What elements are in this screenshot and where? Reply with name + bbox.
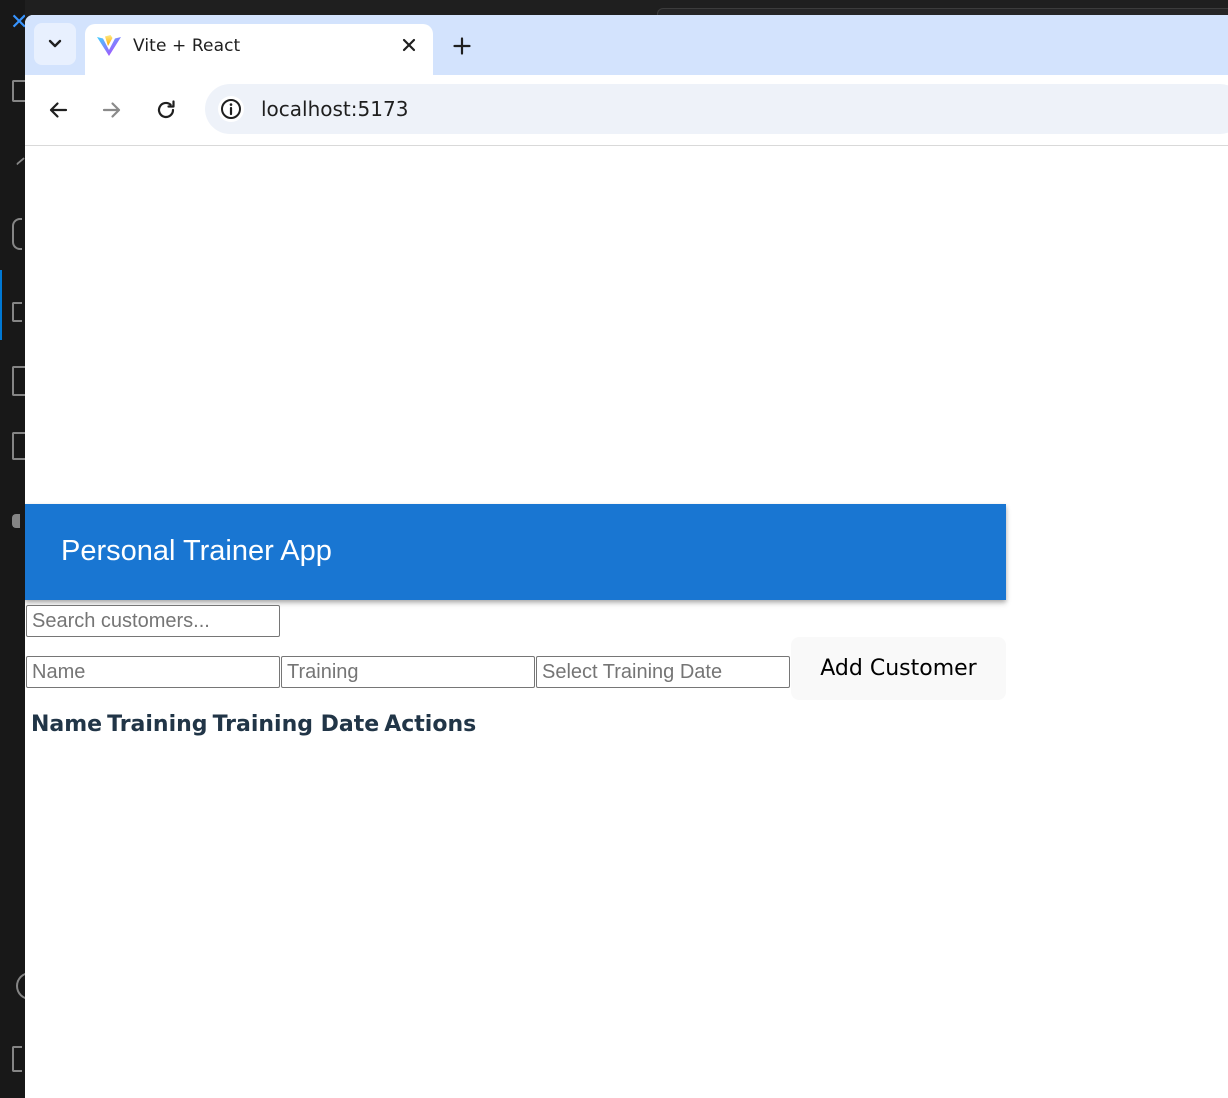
plus-icon [453,37,471,55]
close-icon [402,38,416,52]
back-button[interactable] [43,95,73,125]
add-customer-button[interactable]: Add Customer [791,637,1006,700]
remote-explorer-icon[interactable] [12,432,26,460]
site-info-icon[interactable] [218,96,244,122]
chevron-down-icon [48,39,62,48]
table-header-row: Name Training Training Date Actions [31,712,481,737]
app-title: Personal Trainer App [61,535,332,567]
explorer-icon[interactable] [12,80,26,102]
tab-close-button[interactable] [396,32,422,58]
search-input[interactable] [26,605,280,637]
training-date-field[interactable] [536,656,790,688]
app-header: Personal Trainer App [25,504,1006,600]
address-bar[interactable]: localhost:5173 [205,84,1228,134]
browser-window: Vite + React localhost:5173 Personal Tra… [25,15,1228,1098]
reload-button[interactable] [151,95,181,125]
forward-button[interactable] [97,95,127,125]
active-indicator [0,270,2,340]
column-header-training-date: Training Date [212,712,380,737]
run-debug-icon[interactable] [12,302,22,322]
training-field[interactable] [281,656,535,688]
new-tab-button[interactable] [446,31,478,61]
column-header-name: Name [31,712,103,737]
column-header-actions: Actions [384,712,477,737]
testing-icon[interactable] [12,514,20,528]
tab-title: Vite + React [133,36,241,56]
source-control-icon[interactable] [12,218,22,250]
column-header-training: Training [107,712,208,737]
vite-logo-icon [97,35,121,56]
reload-icon [157,100,175,119]
page-viewport: Personal Trainer App Add Customer NameTr… [25,146,1228,1098]
arrow-left-icon [49,102,68,118]
url-text: localhost:5173 [261,97,409,121]
tab-vite-react[interactable]: Vite + React [85,24,433,76]
manage-gear-icon[interactable] [12,1046,22,1072]
tab-strip: Vite + React [25,15,1228,76]
browser-toolbar: localhost:5173 [25,75,1228,146]
arrow-right-icon [102,102,121,118]
extensions-icon[interactable] [12,366,26,396]
name-field[interactable] [26,656,280,688]
tab-search-button[interactable] [34,23,76,65]
vscode-activity-bar: ✕ [0,0,40,1098]
